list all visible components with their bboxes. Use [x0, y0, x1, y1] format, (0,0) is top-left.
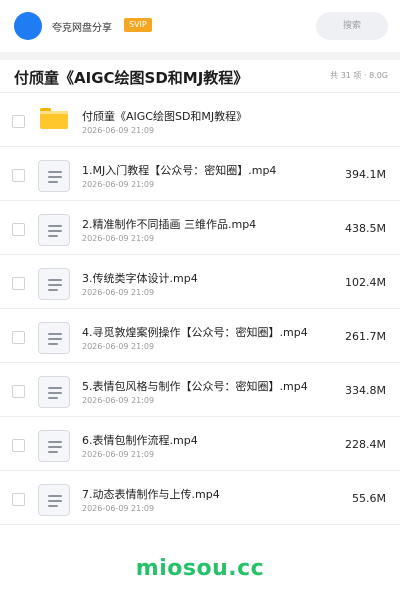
app-name: 夸克网盘分享: [52, 23, 112, 34]
item-date: 2026-06-09 21:09: [82, 450, 155, 459]
item-name: 5.表情包风格与制作【公众号：密知圈】.mp4: [82, 380, 308, 393]
list-item[interactable]: 4.寻觅敦煌案例操作【公众号：密知圈】.mp4 2026-06-09 21:09…: [0, 309, 400, 363]
item-name: 6.表情包制作流程.mp4: [82, 434, 198, 447]
item-name: 1.MJ入门教程【公众号：密知圈】.mp4: [82, 164, 277, 177]
list-item[interactable]: 1.MJ入门教程【公众号：密知圈】.mp4 2026-06-09 21:09 3…: [0, 147, 400, 201]
item-size: 228.4M: [345, 438, 386, 451]
item-checkbox[interactable]: [12, 331, 25, 344]
folder-header: 付颀童《AIGC绘图SD和MJ教程》 共 31 项 · 8.0G: [0, 60, 400, 92]
file-icon: [38, 214, 70, 246]
item-checkbox[interactable]: [12, 439, 25, 452]
file-icon: [38, 322, 70, 354]
search-button[interactable]: 搜索: [316, 12, 388, 40]
file-list: 付颀童《AIGC绘图SD和MJ教程》 2026-06-09 21:09 1.MJ…: [0, 92, 400, 542]
item-name: 付颀童《AIGC绘图SD和MJ教程》: [82, 110, 248, 123]
item-size: 55.6M: [352, 492, 386, 505]
item-date: 2026-06-09 21:09: [82, 504, 155, 513]
item-date: 2026-06-09 21:09: [82, 288, 155, 297]
item-size: 261.7M: [345, 330, 386, 343]
section-divider: [0, 52, 400, 60]
file-icon: [38, 376, 70, 408]
item-checkbox[interactable]: [12, 115, 25, 128]
file-icon: [38, 484, 70, 516]
file-icon: [38, 160, 70, 192]
folder-meta: 共 31 项 · 8.0G: [330, 71, 388, 80]
item-checkbox[interactable]: [12, 385, 25, 398]
list-item[interactable]: 6.表情包制作流程.mp4 2026-06-09 21:09 228.4M: [0, 417, 400, 471]
item-checkbox[interactable]: [12, 493, 25, 506]
item-size: 102.4M: [345, 276, 386, 289]
item-size: 334.8M: [345, 384, 386, 397]
list-item[interactable]: 3.传统类字体设计.mp4 2026-06-09 21:09 102.4M: [0, 255, 400, 309]
item-name: 3.传统类字体设计.mp4: [82, 272, 198, 285]
watermark-text: miosou.cc: [135, 556, 265, 581]
list-item[interactable]: 7.动态表情制作与上传.mp4 2026-06-09 21:09 55.6M: [0, 471, 400, 525]
item-checkbox[interactable]: [12, 169, 25, 182]
item-date: 2026-06-09 21:09: [82, 180, 155, 189]
item-size: 394.1M: [345, 168, 386, 181]
file-icon: [38, 430, 70, 462]
page-title: 付颀童《AIGC绘图SD和MJ教程》: [14, 69, 249, 87]
svip-badge: SVIP: [124, 18, 152, 32]
item-date: 2026-06-09 21:09: [82, 342, 155, 351]
file-icon: [38, 268, 70, 300]
list-item-folder[interactable]: 付颀童《AIGC绘图SD和MJ教程》 2026-06-09 21:09: [0, 93, 400, 147]
item-checkbox[interactable]: [12, 223, 25, 236]
top-bar: 夸克网盘分享 SVIP 搜索: [0, 0, 400, 52]
item-name: 7.动态表情制作与上传.mp4: [82, 488, 220, 501]
avatar[interactable]: [14, 12, 42, 40]
folder-icon: [40, 108, 68, 129]
list-item[interactable]: 2.精准制作不同插画 三维作品.mp4 2026-06-09 21:09 438…: [0, 201, 400, 255]
item-date: 2026-06-09 21:09: [82, 396, 155, 405]
item-date: 2026-06-09 21:09: [82, 234, 155, 243]
item-date: 2026-06-09 21:09: [82, 126, 155, 135]
item-name: 4.寻觅敦煌案例操作【公众号：密知圈】.mp4: [82, 326, 308, 339]
item-size: 438.5M: [345, 222, 386, 235]
item-name: 2.精准制作不同插画 三维作品.mp4: [82, 218, 257, 231]
list-item[interactable]: 5.表情包风格与制作【公众号：密知圈】.mp4 2026-06-09 21:09…: [0, 363, 400, 417]
watermark-area: miosou.cc: [0, 542, 400, 600]
item-checkbox[interactable]: [12, 277, 25, 290]
